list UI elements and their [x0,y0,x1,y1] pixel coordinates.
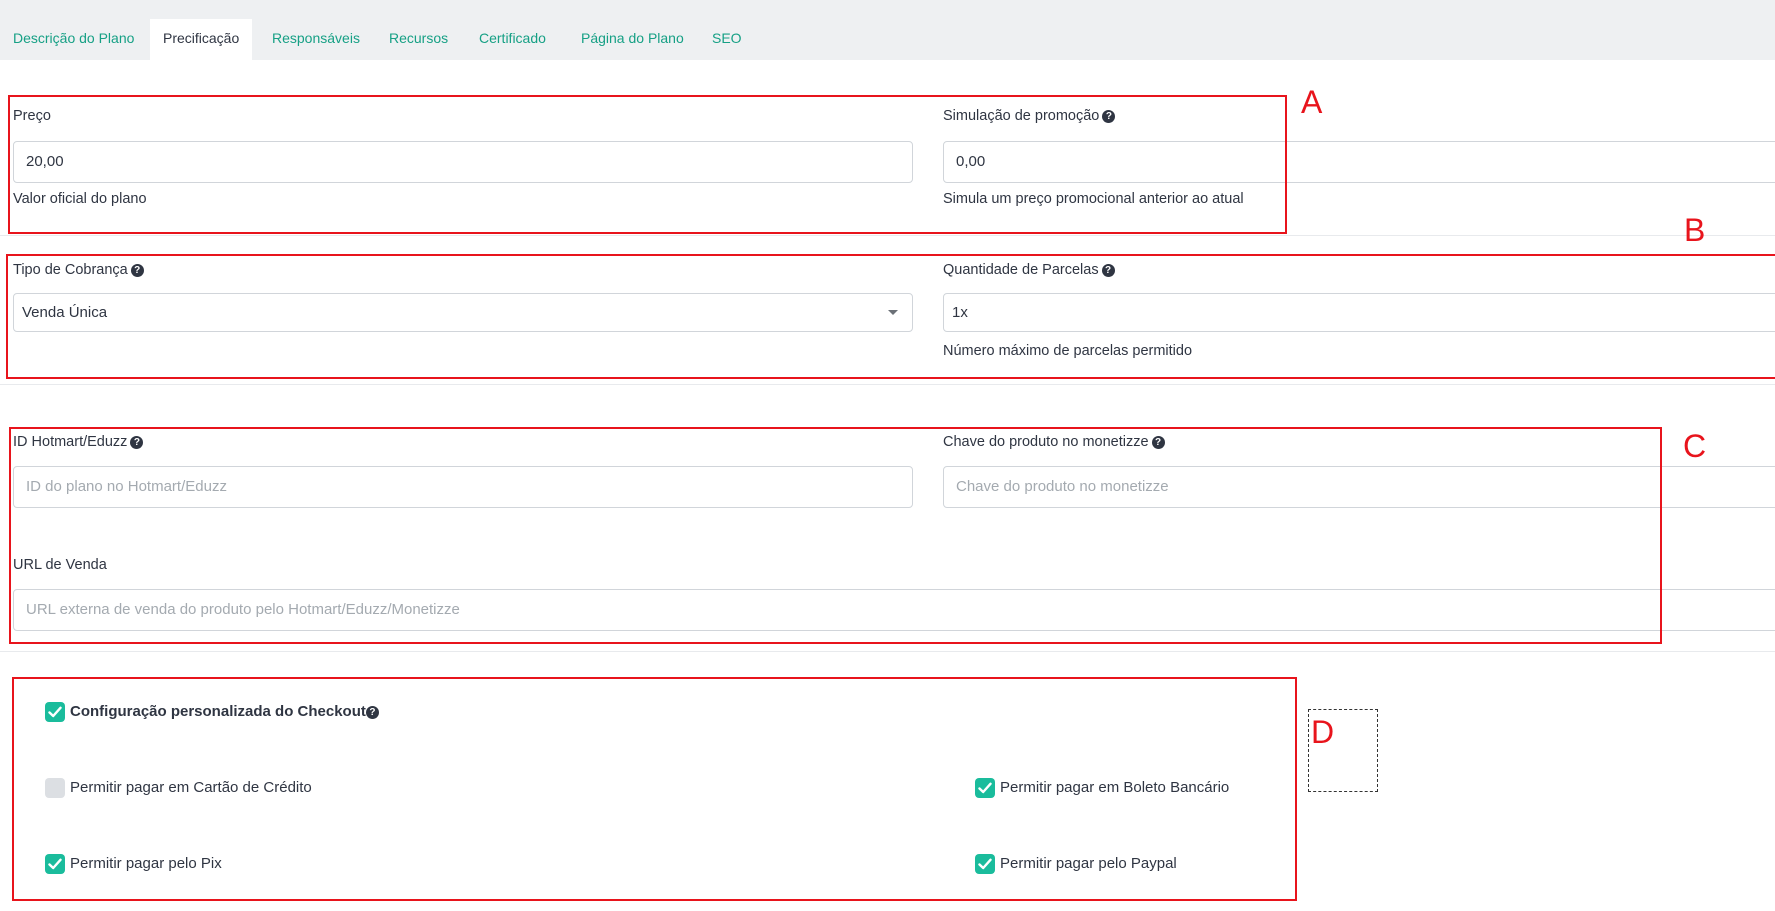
tab-bar: Descrição do Plano Precificação Responsá… [0,0,1775,60]
tab-responsaveis[interactable]: Responsáveis [259,19,373,60]
annotation-label-b: B [1684,212,1706,248]
annotation-label-c: C [1683,428,1707,464]
tab-recursos[interactable]: Recursos [376,19,461,60]
annotation-box-c [9,427,1662,644]
tab-pagina-do-plano[interactable]: Página do Plano [568,19,697,60]
tab-certificado[interactable]: Certificado [466,19,559,60]
divider [0,651,1775,652]
annotation-box-a [8,95,1287,234]
annotation-label-d: D [1311,714,1335,750]
annotation-box-b [6,254,1775,379]
annotation-label-a: A [1301,84,1323,120]
tab-descricao[interactable]: Descrição do Plano [0,19,147,60]
divider [0,235,1775,236]
annotation-box-d [12,677,1297,901]
tab-precificacao[interactable]: Precificação [150,19,253,60]
divider [0,384,1775,385]
tab-seo[interactable]: SEO [699,19,755,60]
